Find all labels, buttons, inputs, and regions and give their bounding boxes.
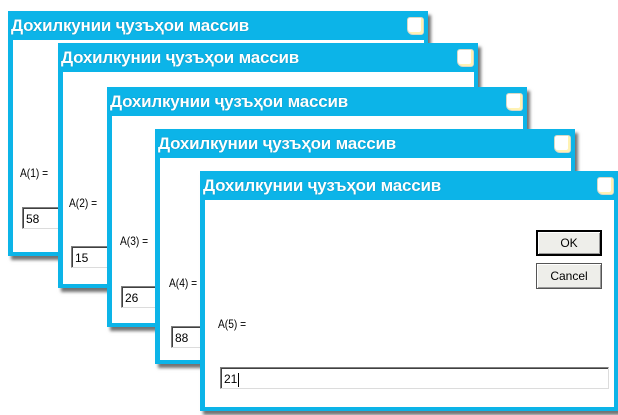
input-value: 15 — [75, 251, 89, 265]
close-icon[interactable] — [457, 49, 474, 67]
input-dialog-stack: Дохилкунии ҷузъҳои массив A(1) = 58 Дохи… — [0, 0, 618, 415]
input-value: 88 — [175, 331, 189, 345]
dialog-title: Дохилкунии ҷузъҳои массив — [158, 134, 396, 153]
close-icon[interactable] — [407, 17, 424, 35]
value-input[interactable]: 21 — [220, 367, 609, 389]
input-value: 26 — [125, 291, 139, 305]
prompt-label: A(1) = — [20, 166, 49, 180]
input-value: 21 — [224, 372, 238, 386]
prompt-label: A(4) = — [169, 276, 198, 290]
dialog-titlebar[interactable]: Дохилкунии ҷузъҳои массив — [107, 87, 527, 116]
dialog-titlebar[interactable]: Дохилкунии ҷузъҳои массив — [58, 43, 478, 72]
prompt-label: A(5) = — [218, 317, 247, 331]
prompt-label: A(2) = — [69, 196, 98, 210]
dialog-title: Дохилкунии ҷузъҳои массив — [11, 16, 249, 35]
dialog-body: OK Cancel A(5) = 21 — [205, 200, 614, 407]
prompt-label: A(3) = — [120, 234, 149, 248]
ok-button[interactable]: OK — [536, 230, 602, 256]
close-icon[interactable] — [554, 135, 571, 153]
close-icon[interactable] — [597, 177, 614, 195]
dialog-title: Дохилкунии ҷузъҳои массив — [61, 48, 299, 67]
dialog-titlebar[interactable]: Дохилкунии ҷузъҳои массив — [8, 11, 428, 40]
input-dialog-5: Дохилкунии ҷузъҳои массив OK Cancel A(5)… — [200, 171, 618, 411]
dialog-titlebar[interactable]: Дохилкунии ҷузъҳои массив — [200, 171, 618, 200]
close-icon[interactable] — [506, 93, 523, 111]
input-value: 58 — [26, 212, 40, 226]
dialog-title: Дохилкунии ҷузъҳои массив — [110, 92, 348, 111]
cancel-button[interactable]: Cancel — [536, 263, 602, 289]
dialog-title: Дохилкунии ҷузъҳои массив — [203, 176, 441, 195]
dialog-titlebar[interactable]: Дохилкунии ҷузъҳои массив — [155, 129, 575, 158]
text-caret — [238, 372, 240, 387]
